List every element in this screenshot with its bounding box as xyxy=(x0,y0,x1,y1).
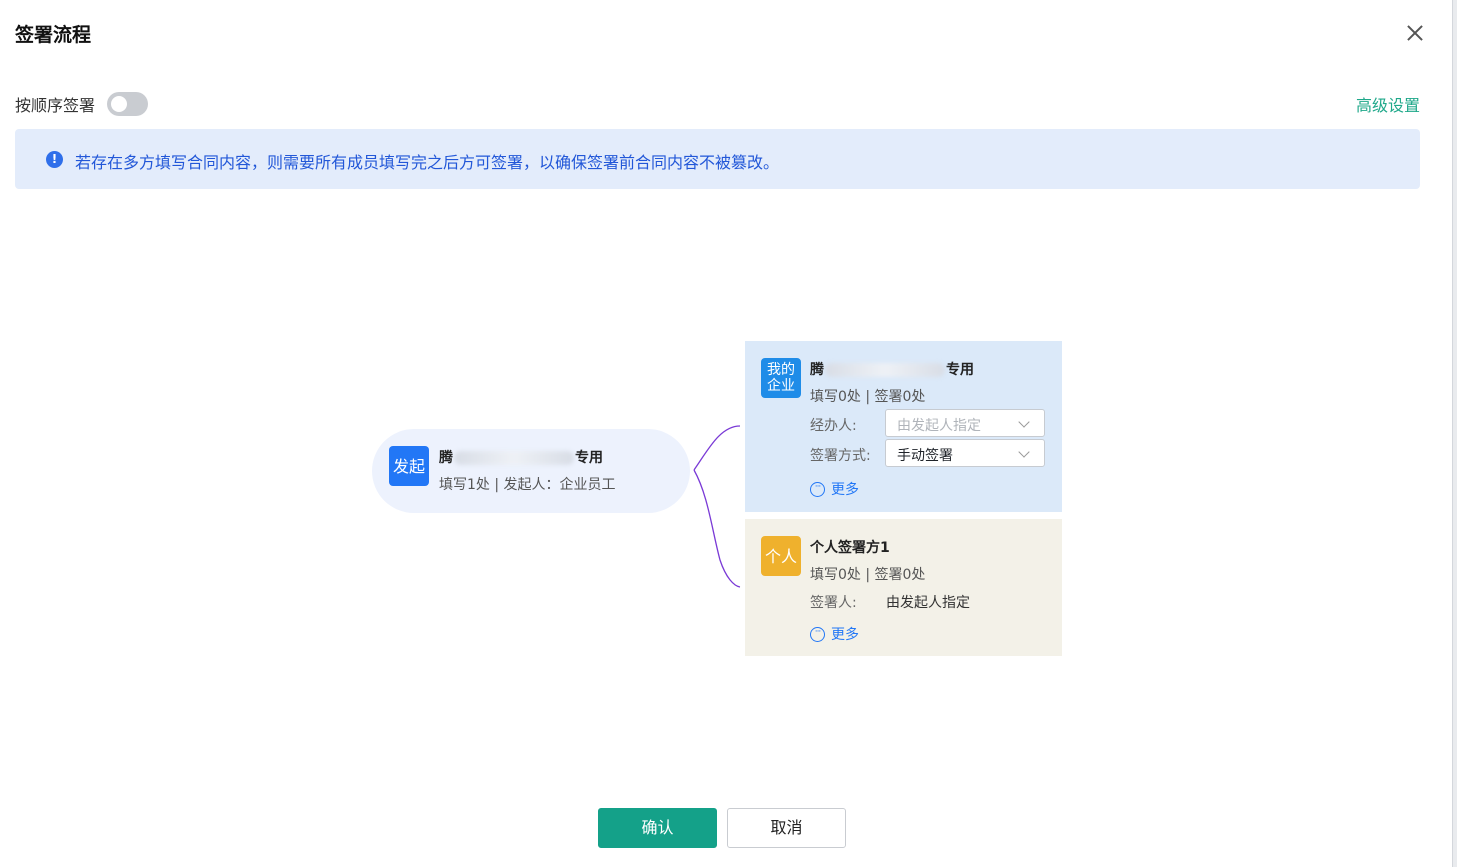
initiator-name-prefix: 腾 xyxy=(439,450,453,466)
company-signer-name: 腾 专用 xyxy=(810,359,974,379)
info-notice: ! 若存在多方填写合同内容，则需要所有成员填写完之后方可签署，以确保签署前合同内… xyxy=(15,129,1420,189)
sign-method-label: 签署方式: xyxy=(810,448,871,464)
close-icon[interactable] xyxy=(1402,20,1428,46)
operator-placeholder: 由发起人指定 xyxy=(897,418,981,434)
company-more-button[interactable]: ··· 更多 xyxy=(810,479,859,499)
redacted-name xyxy=(825,363,945,377)
personal-signer-name: 个人签署方1 xyxy=(810,540,890,556)
personal-more-button[interactable]: ··· 更多 xyxy=(810,624,859,644)
cancel-button[interactable]: 取消 xyxy=(727,808,846,848)
advanced-settings-link[interactable]: 高级设置 xyxy=(1356,92,1420,116)
info-icon: ! xyxy=(46,151,63,168)
chevron-down-icon xyxy=(1018,416,1030,428)
initiator-node[interactable]: 发起 腾 专用 填写1处 | 发起人：企业员工 xyxy=(372,429,690,513)
sequential-sign-toggle[interactable] xyxy=(107,92,148,116)
sign-method-select[interactable]: 手动签署 xyxy=(885,439,1045,467)
redacted-name xyxy=(454,451,574,465)
initiator-badge: 发起 xyxy=(389,446,429,486)
initiator-name-suffix: 专用 xyxy=(575,450,603,466)
more-icon: ··· xyxy=(810,481,825,497)
initiator-summary: 填写1处 | 发起人：企业员工 xyxy=(439,477,616,493)
company-signer-summary: 填写0处 | 签署0处 xyxy=(810,389,926,405)
sign-method-value: 手动签署 xyxy=(897,448,953,464)
personal-signer-summary: 填写0处 | 签署0处 xyxy=(810,567,926,583)
confirm-button[interactable]: 确认 xyxy=(598,808,717,848)
personal-more-label: 更多 xyxy=(831,627,859,643)
personal-signer-card: 个人 个人签署方1 填写0处 | 签署0处 签署人: 由发起人指定 ··· 更多 xyxy=(745,519,1062,656)
window-edge xyxy=(1452,0,1457,867)
company-name-prefix: 腾 xyxy=(810,362,824,378)
toggle-knob xyxy=(111,96,127,112)
company-more-label: 更多 xyxy=(831,482,859,498)
operator-label: 经办人: xyxy=(810,418,857,434)
initiator-name: 腾 专用 xyxy=(439,447,603,467)
chevron-down-icon xyxy=(1018,446,1030,458)
dialog-title: 签署流程 xyxy=(15,24,92,46)
my-company-badge: 我的企业 xyxy=(761,358,801,398)
notice-text: 若存在多方填写合同内容，则需要所有成员填写完之后方可签署，以确保签署前合同内容不… xyxy=(75,153,780,172)
signer-value: 由发起人指定 xyxy=(886,595,970,611)
flow-connector-lines xyxy=(693,425,741,588)
sequential-sign-label: 按顺序签署 xyxy=(15,96,96,115)
more-icon: ··· xyxy=(810,626,825,642)
company-signer-card: 我的企业 腾 专用 填写0处 | 签署0处 经办人: 由发起人指定 签署方式: 手… xyxy=(745,341,1062,512)
operator-select[interactable]: 由发起人指定 xyxy=(885,409,1045,437)
personal-badge: 个人 xyxy=(761,536,801,576)
signer-label: 签署人: xyxy=(810,595,857,611)
company-name-suffix: 专用 xyxy=(946,362,974,378)
